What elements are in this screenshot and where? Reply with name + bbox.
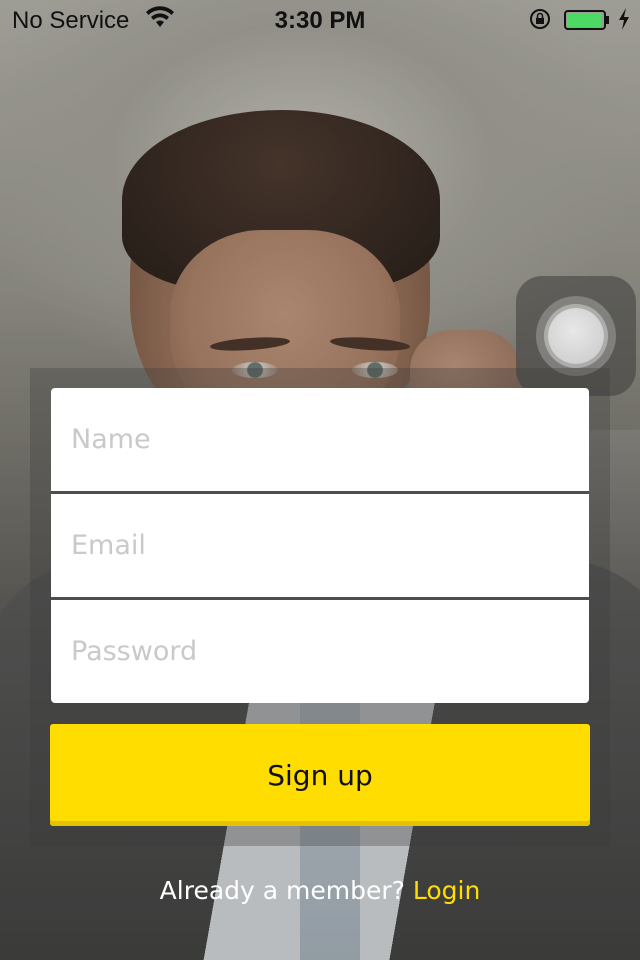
charging-bolt-icon: [619, 8, 629, 30]
name-field[interactable]: [51, 388, 589, 491]
signup-button[interactable]: Sign up: [50, 724, 590, 826]
email-field[interactable]: [51, 494, 589, 597]
login-link[interactable]: Login: [413, 876, 480, 905]
status-bar: No Service 3:30 PM: [0, 0, 640, 40]
assistive-touch-dot: [548, 308, 604, 364]
already-member-prompt: Already a member? Login: [0, 876, 640, 905]
already-member-text: Already a member?: [159, 876, 405, 905]
battery-icon: [564, 10, 609, 30]
orientation-lock-icon: [530, 9, 550, 29]
password-field[interactable]: [51, 600, 589, 703]
